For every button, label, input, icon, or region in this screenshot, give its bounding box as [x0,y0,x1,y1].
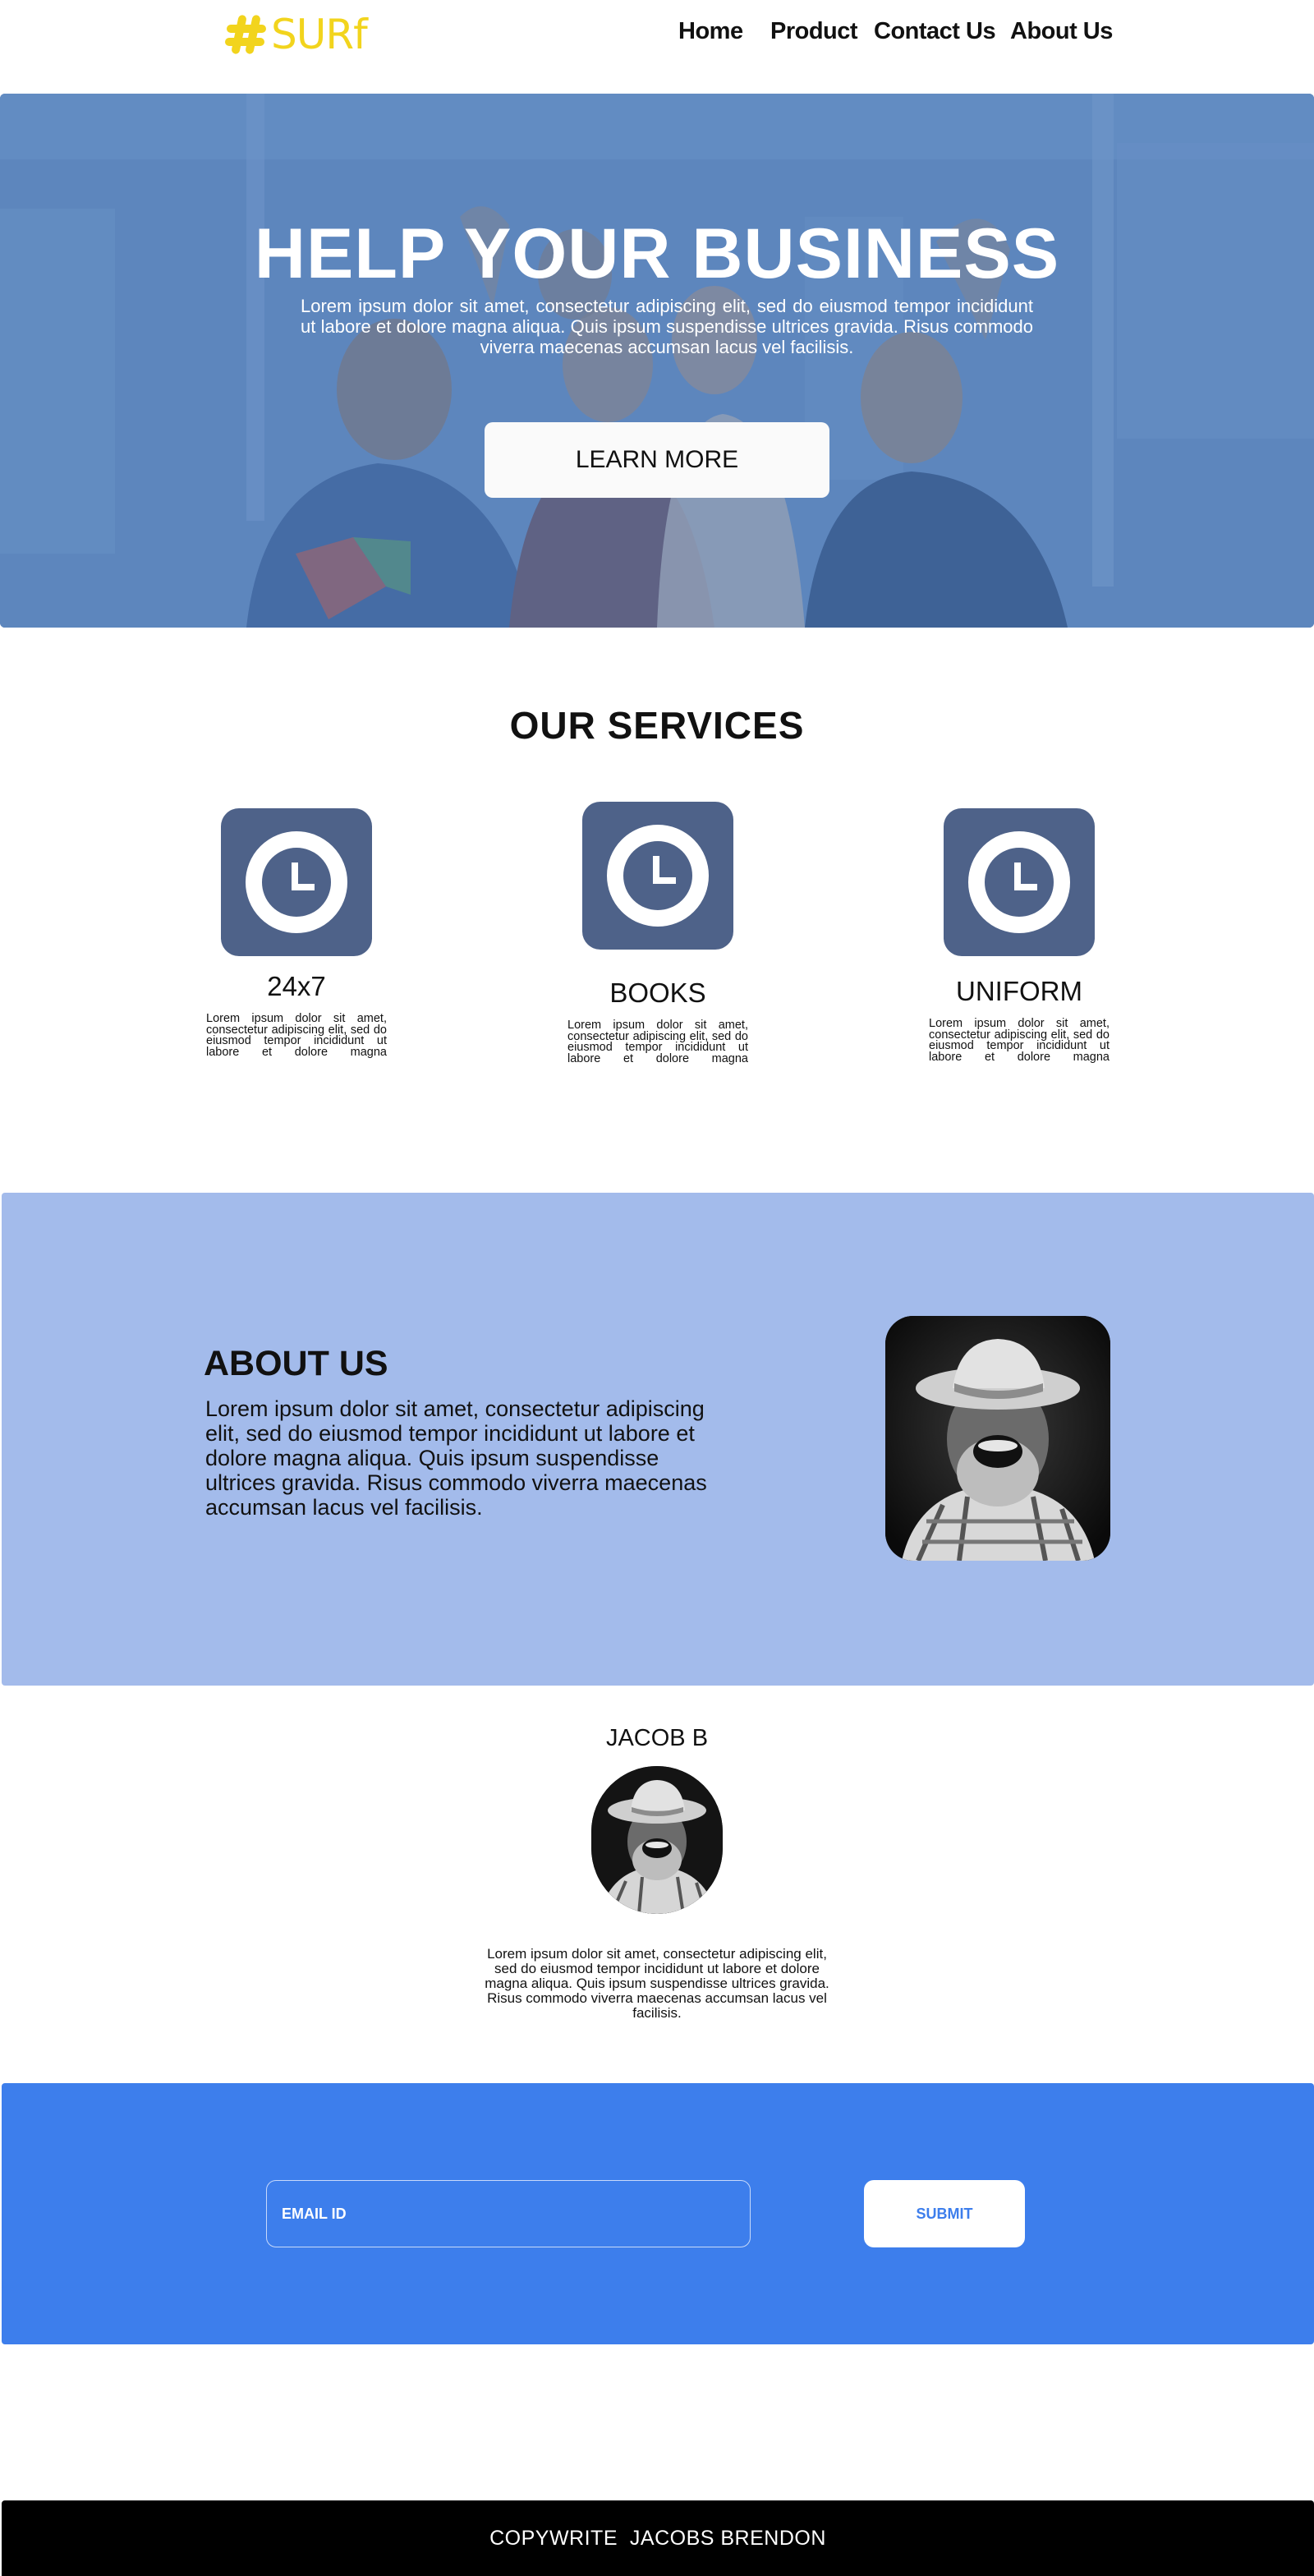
service-name: UNIFORM [956,976,1082,1006]
nav-product[interactable]: Product [770,18,858,45]
clock-icon [607,825,709,927]
portrait-image [885,1316,1110,1561]
service-icon-tile[interactable] [221,808,372,956]
newsletter-section: SUBMIT [2,2083,1314,2344]
testimonial-avatar [591,1766,723,1914]
site-header: SURf Home Product Contact Us About Us [0,0,1314,94]
clock-icon [246,831,347,933]
email-field[interactable] [266,2180,751,2247]
hero-background-photo [0,94,1314,628]
service-description: Lorem ipsum dolor sit amet, consectetur … [929,1017,1110,1064]
hero-title: HELP YOUR BUSINESS [254,214,1060,293]
about-title: ABOUT US [204,1344,388,1383]
service-name: 24x7 [267,971,326,1001]
copyright-text: COPYWRITE JACOBS BRENDON [489,2526,826,2550]
nav-home[interactable]: Home [678,18,743,45]
service-icon-tile[interactable] [582,802,733,950]
service-description: Lorem ipsum dolor sit amet, consectetur … [567,1019,748,1065]
service-description: Lorem ipsum dolor sit amet, consectetur … [206,1012,387,1059]
site-footer: COPYWRITE JACOBS BRENDON [2,2500,1314,2576]
testimonial-name: JACOB B [605,1725,709,1751]
clock-icon [968,831,1070,933]
about-section: ABOUT US Lorem ipsum dolor sit amet, con… [2,1193,1314,1686]
nav-contact-us[interactable]: Contact Us [874,18,996,45]
portrait-image [591,1766,723,1914]
main-nav: Home Product Contact Us About Us [0,18,1314,51]
hero-subtitle: Lorem ipsum dolor sit amet, consectetur … [301,296,1033,357]
service-name: BOOKS [609,978,706,1008]
testimonial-text: Lorem ipsum dolor sit amet, consectetur … [485,1946,829,2021]
submit-button[interactable]: SUBMIT [864,2180,1025,2247]
service-icon-tile[interactable] [944,808,1095,956]
learn-more-button[interactable]: LEARN MORE [485,422,829,498]
nav-about-us[interactable]: About Us [1010,18,1113,45]
about-text: Lorem ipsum dolor sit amet, consectetur … [205,1396,707,1520]
services-title: OUR SERVICES [509,704,805,747]
hero-banner: HELP YOUR BUSINESS Lorem ipsum dolor sit… [0,94,1314,628]
about-photo [885,1316,1110,1561]
